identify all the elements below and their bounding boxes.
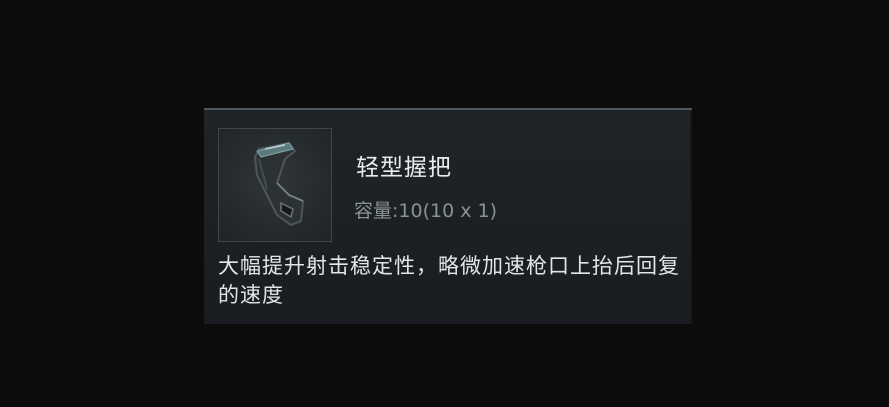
item-name: 轻型握把: [356, 155, 452, 181]
game-screen: 轻型握把 容量:10(10 x 1) 大幅提升射击稳定性，略微加速枪口上抬后回复…: [0, 0, 889, 407]
item-tooltip: 轻型握把 容量:10(10 x 1) 大幅提升射击稳定性，略微加速枪口上抬后回复…: [204, 108, 692, 324]
item-capacity: 容量:10(10 x 1): [354, 200, 497, 222]
vertical-foregrip-icon: [253, 141, 305, 227]
item-icon-slot: [218, 128, 332, 242]
item-description: 大幅提升射击稳定性，略微加速枪口上抬后回复的速度: [218, 254, 680, 307]
